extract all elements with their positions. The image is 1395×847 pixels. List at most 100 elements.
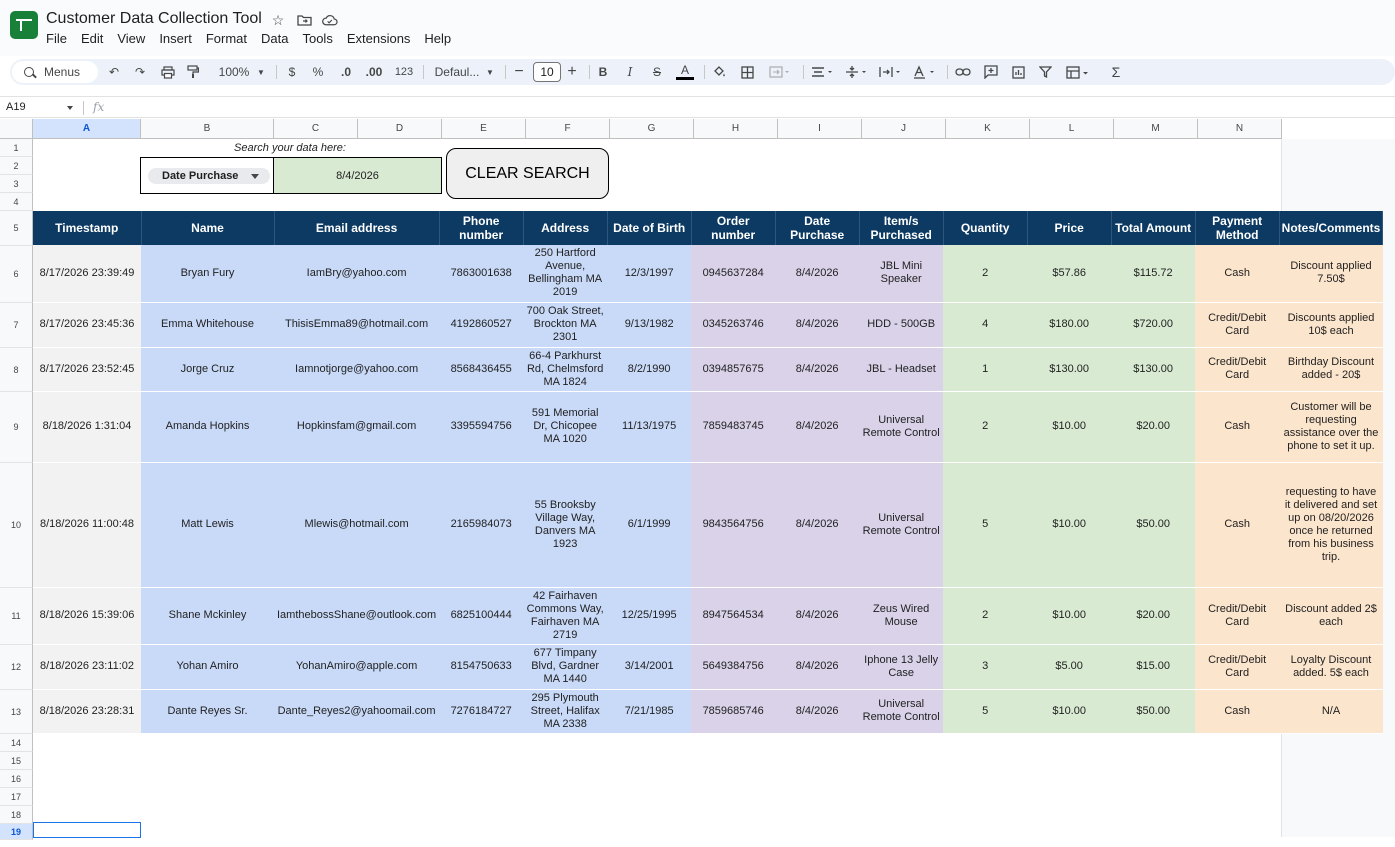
table-cell[interactable]: 2 (943, 587, 1028, 645)
text-wrapping-icon[interactable] (878, 63, 904, 81)
table-cell[interactable]: 8/17/2026 23:45:36 (33, 302, 141, 348)
row-header-14[interactable]: 14 (0, 734, 33, 752)
table-cell[interactable]: $130.00 (1111, 347, 1196, 392)
table-cell[interactable]: Cash (1195, 689, 1280, 734)
table-cell[interactable]: 0394857675 (691, 347, 776, 392)
table-cell[interactable]: 8568436455 (439, 347, 524, 392)
table-cell[interactable]: Discount applied 7.50$ (1279, 245, 1383, 303)
fill-color-icon[interactable] (711, 63, 727, 81)
table-cell[interactable]: 8/18/2026 23:11:02 (33, 644, 141, 690)
row-header-11[interactable]: 11 (0, 588, 33, 645)
print-icon[interactable] (160, 63, 176, 81)
table-cell[interactable]: 1 (943, 347, 1028, 392)
table-cell[interactable]: $130.00 (1027, 347, 1112, 392)
column-header-m[interactable]: M (1114, 119, 1198, 139)
decrease-font-size-icon[interactable]: − (512, 63, 526, 81)
menu-tools[interactable]: Tools (302, 31, 332, 46)
table-cell[interactable]: Discount added 2$ each (1279, 587, 1383, 645)
document-title[interactable]: Customer Data Collection Tool (46, 10, 262, 28)
table-cell[interactable]: 0945637284 (691, 245, 776, 303)
column-header-g[interactable]: G (610, 119, 694, 139)
table-cell[interactable]: 8/17/2026 23:39:49 (33, 245, 141, 303)
table-cell[interactable]: $720.00 (1111, 302, 1196, 348)
text-rotation-icon[interactable] (912, 63, 938, 81)
table-cell[interactable]: Mlewis@hotmail.com (274, 462, 440, 588)
row-header-1[interactable]: 1 (0, 139, 33, 157)
cloud-status-icon[interactable] (322, 12, 338, 28)
table-cell[interactable]: $15.00 (1111, 644, 1196, 690)
table-cell[interactable]: Credit/Debit Card (1195, 347, 1280, 392)
table-cell[interactable]: ThisisEmma89@hotmail.com (274, 302, 440, 348)
table-cell[interactable]: $10.00 (1027, 689, 1112, 734)
table-cell[interactable]: 0345263746 (691, 302, 776, 348)
column-header-l[interactable]: L (1030, 119, 1114, 139)
table-cell[interactable]: HDD - 500GB (859, 302, 944, 348)
table-cell[interactable]: JBL Mini Speaker (859, 245, 944, 303)
table-cell[interactable]: 4 (943, 302, 1028, 348)
table-cell[interactable]: Credit/Debit Card (1195, 587, 1280, 645)
row-header-8[interactable]: 8 (0, 348, 33, 392)
table-cell[interactable]: 677 Timpany Blvd, Gardner MA 1440 (523, 644, 608, 690)
table-cell[interactable]: 12/3/1997 (607, 245, 692, 303)
row-header-15[interactable]: 15 (0, 752, 33, 770)
row-header-18[interactable]: 18 (0, 806, 33, 824)
table-cell[interactable]: Iamnotjorge@yahoo.com (274, 347, 440, 392)
table-cell[interactable]: 8/2/1990 (607, 347, 692, 392)
table-cell[interactable]: Cash (1195, 391, 1280, 463)
decrease-decimal-button[interactable]: .0 (336, 63, 356, 81)
number-format-button[interactable]: 123 (392, 63, 416, 81)
column-header-i[interactable]: I (778, 119, 862, 139)
table-cell[interactable]: 591 Memorial Dr, Chicopee MA 1020 (523, 391, 608, 463)
menu-extensions[interactable]: Extensions (347, 31, 411, 46)
menu-insert[interactable]: Insert (159, 31, 192, 46)
table-cell[interactable]: Jorge Cruz (141, 347, 274, 392)
menu-help[interactable]: Help (424, 31, 451, 46)
table-cell[interactable]: Matt Lewis (141, 462, 274, 588)
table-cell[interactable]: Cash (1195, 462, 1280, 588)
table-cell[interactable]: Universal Remote Control (859, 391, 944, 463)
menu-view[interactable]: View (117, 31, 145, 46)
column-header-h[interactable]: H (694, 119, 778, 139)
row-header-5[interactable]: 5 (0, 211, 33, 246)
table-cell[interactable]: Zeus Wired Mouse (859, 587, 944, 645)
table-cell[interactable]: $10.00 (1027, 587, 1112, 645)
row-header-6[interactable]: 6 (0, 246, 33, 303)
menus-search[interactable]: Menus (12, 61, 98, 83)
table-cell[interactable]: $115.72 (1111, 245, 1196, 303)
column-title-email-address[interactable]: Email address (274, 211, 440, 245)
table-cell[interactable]: Universal Remote Control (859, 462, 944, 588)
table-cell[interactable]: 700 Oak Street, Brockton MA 2301 (523, 302, 608, 348)
insert-link-icon[interactable] (954, 63, 972, 81)
table-cell[interactable]: 8/4/2026 (775, 644, 860, 690)
table-cell[interactable]: Bryan Fury (141, 245, 274, 303)
currency-format-button[interactable]: $ (284, 63, 300, 81)
table-cell[interactable]: 8947564534 (691, 587, 776, 645)
table-cell[interactable]: Universal Remote Control (859, 689, 944, 734)
table-cell[interactable]: 9843564756 (691, 462, 776, 588)
table-cell[interactable]: Amanda Hopkins (141, 391, 274, 463)
table-cell[interactable]: 8/4/2026 (775, 302, 860, 348)
table-cell[interactable]: 7859483745 (691, 391, 776, 463)
row-header-16[interactable]: 16 (0, 770, 33, 788)
bold-button[interactable]: B (595, 63, 611, 81)
table-cell[interactable]: 8/4/2026 (775, 587, 860, 645)
column-title-timestamp[interactable]: Timestamp (33, 211, 142, 245)
table-cell[interactable]: 3395594756 (439, 391, 524, 463)
table-cell[interactable]: Credit/Debit Card (1195, 644, 1280, 690)
merge-cells-icon[interactable] (767, 63, 791, 81)
row-header-17[interactable]: 17 (0, 788, 33, 806)
table-cell[interactable]: 7863001638 (439, 245, 524, 303)
column-title-phone-number[interactable]: Phone number (439, 211, 524, 245)
table-cell[interactable]: 8/4/2026 (775, 347, 860, 392)
borders-icon[interactable] (739, 63, 755, 81)
table-cell[interactable]: 8154750633 (439, 644, 524, 690)
table-cell[interactable]: 5 (943, 462, 1028, 588)
table-cell[interactable]: Yohan Amiro (141, 644, 274, 690)
column-header-e[interactable]: E (442, 119, 526, 139)
font-size-input[interactable]: 10 (533, 62, 561, 82)
table-cell[interactable]: 66-4 Parkhurst Rd, Chelmsford MA 1824 (523, 347, 608, 392)
column-title-price[interactable]: Price (1027, 211, 1112, 245)
table-cell[interactable]: 3/14/2001 (607, 644, 692, 690)
column-title-total-amount[interactable]: Total Amount (1111, 211, 1196, 245)
table-cell[interactable]: 8/4/2026 (775, 245, 860, 303)
